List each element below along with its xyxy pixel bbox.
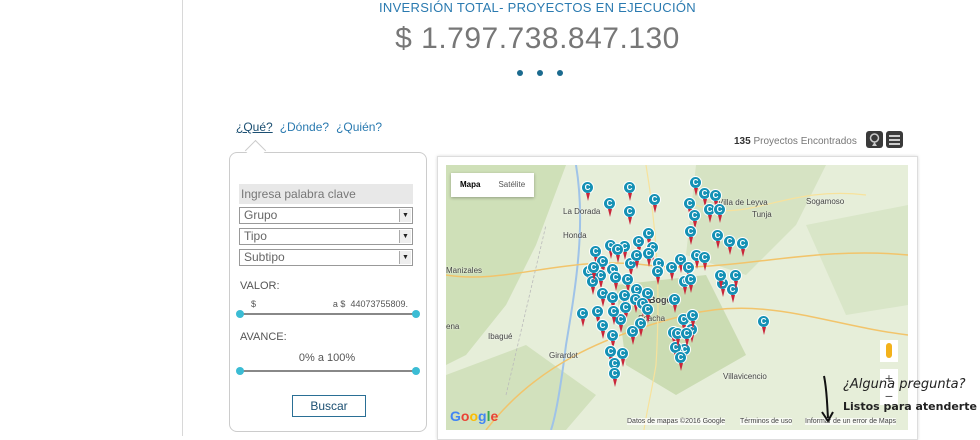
- list-view-icon[interactable]: [886, 131, 903, 148]
- project-marker[interactable]: C: [608, 367, 621, 387]
- keyword-input[interactable]: Ingresa palabra clave: [239, 184, 413, 204]
- subtipo-select[interactable]: Subtipo ▼: [239, 249, 413, 266]
- project-marker[interactable]: C: [606, 329, 619, 349]
- project-marker[interactable]: C: [651, 265, 664, 285]
- map-type-control: Mapa Satélite: [451, 173, 535, 197]
- tipo-select[interactable]: Tipo ▼: [239, 228, 413, 245]
- tab-donde[interactable]: ¿Dónde?: [280, 120, 329, 134]
- map-type-satellite-button[interactable]: Satélite: [489, 173, 534, 197]
- project-marker[interactable]: C: [709, 189, 722, 209]
- place-ena: ena: [446, 322, 460, 331]
- search-button[interactable]: Buscar: [292, 395, 366, 417]
- avance-range: 0% a 100%: [298, 352, 356, 364]
- place-sogamoso: Sogamoso: [806, 197, 845, 206]
- place-la-dorada: La Dorada: [563, 207, 601, 216]
- project-marker[interactable]: C: [729, 269, 742, 289]
- map-type-map-button[interactable]: Mapa: [451, 173, 489, 197]
- project-marker[interactable]: C: [736, 237, 749, 257]
- valor-slider[interactable]: [236, 310, 420, 318]
- avance-slider-max-handle[interactable]: [412, 367, 420, 375]
- project-marker[interactable]: C: [611, 243, 624, 263]
- grupo-select-value: Grupo: [244, 208, 278, 222]
- help-answer[interactable]: Listos para atenderte: [843, 400, 977, 413]
- map-attribution: Datos de mapas ©2016 Google: [627, 418, 726, 425]
- place-villa-de-leyva: Villa de Leyva: [718, 198, 768, 207]
- project-marker[interactable]: C: [603, 197, 616, 217]
- project-marker[interactable]: C: [684, 273, 697, 293]
- avance-label: AVANCE:: [240, 331, 287, 343]
- project-marker[interactable]: C: [682, 261, 695, 281]
- project-marker[interactable]: C: [630, 249, 643, 269]
- arrow-down-icon: [821, 375, 834, 423]
- project-marker[interactable]: C: [641, 303, 654, 323]
- project-marker[interactable]: C: [591, 305, 604, 325]
- chevron-down-icon: ▼: [399, 230, 411, 243]
- help-question[interactable]: ¿Alguna pregunta?: [843, 377, 966, 392]
- project-marker[interactable]: C: [626, 325, 639, 345]
- more-dots[interactable]: [517, 70, 563, 76]
- project-marker[interactable]: C: [713, 203, 726, 223]
- valor-label: VALOR:: [240, 280, 280, 292]
- tipo-select-value: Tipo: [244, 229, 267, 243]
- project-marker[interactable]: C: [648, 193, 661, 213]
- investment-title: INVERSIÓN TOTAL- PROYECTOS EN EJECUCIÓN: [378, 0, 696, 15]
- filter-tabs: ¿Qué? ¿Dónde? ¿Quién?: [236, 120, 382, 134]
- place-honda: Honda: [563, 231, 587, 240]
- map-view-icon[interactable]: [866, 131, 883, 148]
- map[interactable]: Villa de Leyva Tunja Sogamoso La Dorada …: [446, 165, 908, 430]
- place-manizales: Manizales: [446, 266, 483, 275]
- avance-slider[interactable]: [236, 367, 420, 375]
- valor-slider-min-handle[interactable]: [236, 310, 244, 318]
- tab-quien[interactable]: ¿Quién?: [336, 120, 382, 134]
- results-count: 135 Proyectos Encontrados: [734, 136, 857, 147]
- left-divider: [182, 0, 183, 436]
- project-marker[interactable]: C: [607, 305, 620, 325]
- map-terms-link[interactable]: Términos de uso: [740, 418, 793, 425]
- project-marker[interactable]: C: [581, 181, 594, 201]
- place-girardot: Girardot: [549, 351, 578, 360]
- valor-slider-max-handle[interactable]: [412, 310, 420, 318]
- project-marker[interactable]: C: [688, 209, 701, 229]
- investment-amount: $ 1.797.738.847.130: [395, 22, 680, 55]
- project-marker[interactable]: C: [668, 293, 681, 313]
- project-marker[interactable]: C: [686, 309, 699, 329]
- project-marker[interactable]: C: [632, 235, 645, 255]
- project-marker[interactable]: C: [714, 269, 727, 289]
- project-marker[interactable]: C: [606, 291, 619, 311]
- project-marker[interactable]: C: [723, 235, 736, 255]
- tab-que[interactable]: ¿Qué?: [236, 120, 273, 134]
- project-marker[interactable]: C: [674, 351, 687, 371]
- project-marker[interactable]: C: [623, 205, 636, 225]
- valor-max: a $ 44073755809.: [332, 299, 408, 309]
- chevron-down-icon: ▼: [399, 251, 411, 264]
- google-logo: Google: [450, 408, 499, 424]
- street-view-pegman-icon[interactable]: [880, 340, 898, 362]
- project-marker[interactable]: C: [698, 251, 711, 271]
- project-marker[interactable]: C: [684, 225, 697, 245]
- place-ibague: Ibagué: [488, 332, 513, 341]
- project-marker[interactable]: C: [609, 271, 622, 291]
- place-tunja: Tunja: [752, 210, 772, 219]
- project-marker[interactable]: C: [623, 181, 636, 201]
- place-villavicencio: Villavicencio: [723, 372, 767, 381]
- avance-slider-min-handle[interactable]: [236, 367, 244, 375]
- valor-min: $: [251, 299, 257, 309]
- project-marker[interactable]: C: [587, 261, 600, 281]
- subtipo-select-value: Subtipo: [244, 250, 285, 264]
- chevron-down-icon: ▼: [399, 209, 411, 222]
- project-marker[interactable]: C: [757, 315, 770, 335]
- grupo-select[interactable]: Grupo ▼: [239, 207, 413, 224]
- project-marker[interactable]: C: [576, 307, 589, 327]
